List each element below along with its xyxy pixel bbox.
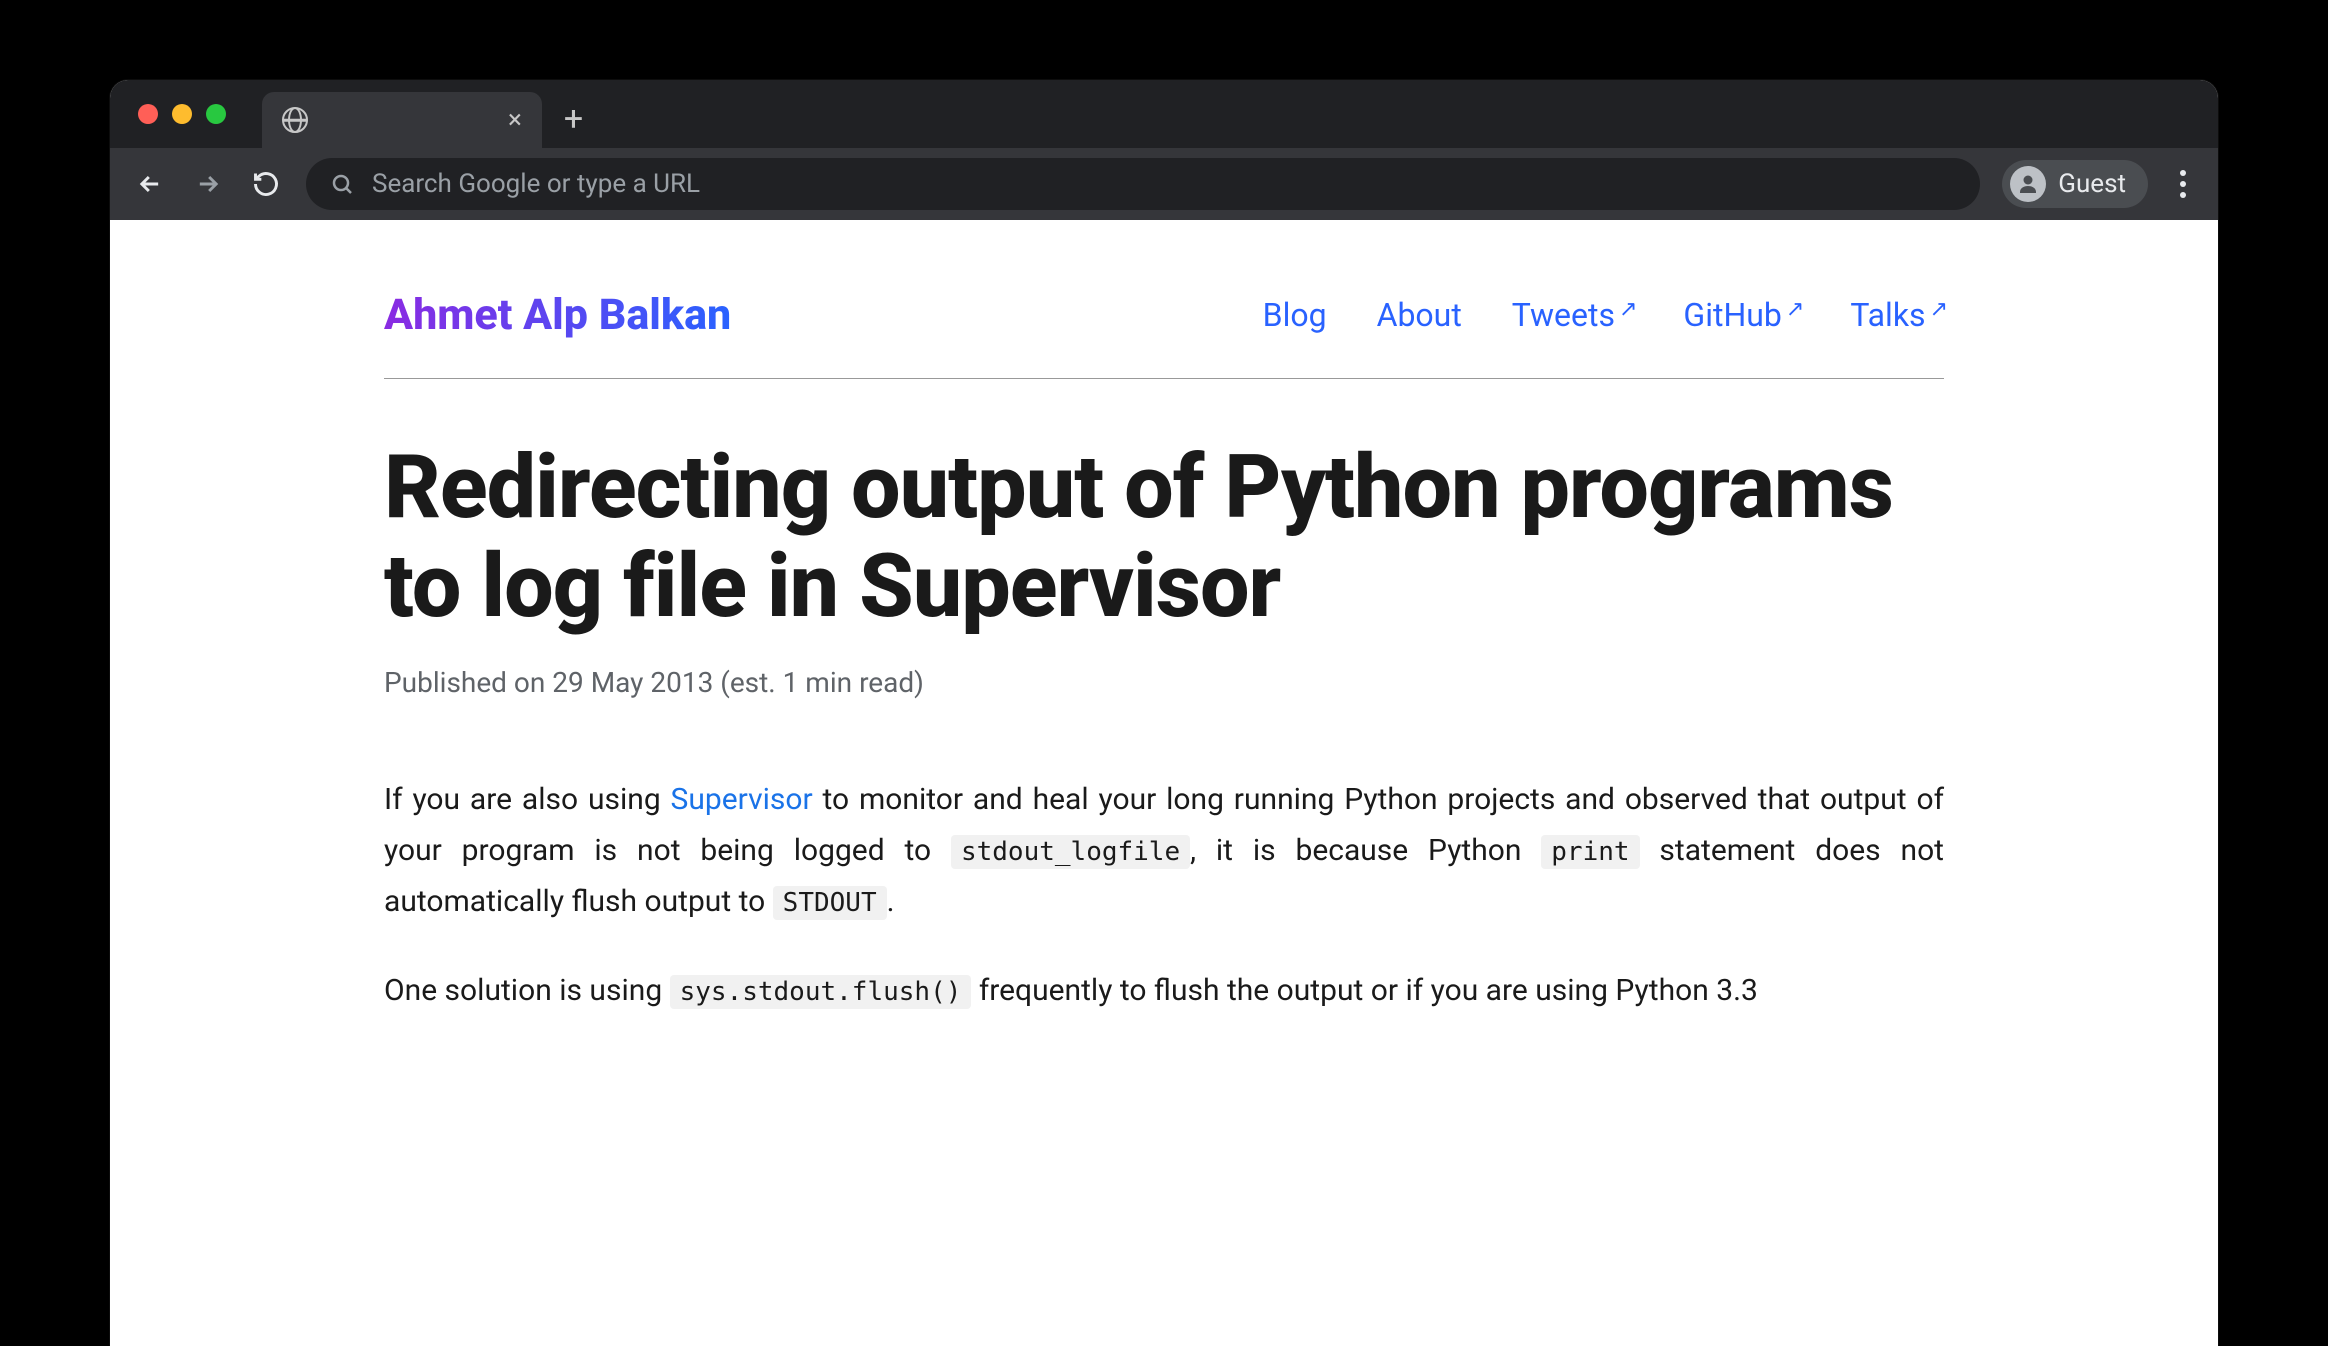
page-content: Ahmet Alp Balkan Blog About Tweets GitHu… bbox=[110, 220, 2218, 1346]
nav-link-github[interactable]: GitHub bbox=[1683, 296, 1800, 334]
site-header: Ahmet Alp Balkan Blog About Tweets GitHu… bbox=[384, 290, 1944, 379]
link-supervisor[interactable]: Supervisor bbox=[671, 782, 813, 817]
code-stdout-logfile: stdout_logfile bbox=[951, 835, 1190, 869]
article-paragraph: One solution is using sys.stdout.flush()… bbox=[384, 965, 1944, 1016]
content-container: Ahmet Alp Balkan Blog About Tweets GitHu… bbox=[364, 290, 1964, 1016]
reload-button[interactable] bbox=[248, 166, 284, 202]
nav-link-talks[interactable]: Talks bbox=[1850, 296, 1944, 334]
tab-strip: × + bbox=[110, 80, 2218, 148]
window-maximize-button[interactable] bbox=[206, 104, 226, 124]
article-meta: Published on 29 May 2013 (est. 1 min rea… bbox=[384, 666, 1944, 699]
forward-button[interactable] bbox=[190, 166, 226, 202]
article-paragraph: If you are also using Supervisor to moni… bbox=[384, 774, 1944, 927]
site-nav: Blog About Tweets GitHub Talks bbox=[1263, 296, 1944, 334]
address-bar[interactable]: Search Google or type a URL bbox=[306, 158, 1980, 210]
profile-label: Guest bbox=[2058, 169, 2126, 199]
nav-link-blog[interactable]: Blog bbox=[1263, 296, 1327, 334]
article-title: Redirecting output of Python programs to… bbox=[384, 439, 1944, 636]
omnibox-placeholder: Search Google or type a URL bbox=[372, 169, 700, 199]
site-title[interactable]: Ahmet Alp Balkan bbox=[384, 290, 731, 340]
avatar-icon bbox=[2010, 166, 2046, 202]
code-flush: sys.stdout.flush() bbox=[670, 975, 972, 1009]
article-body: If you are also using Supervisor to moni… bbox=[384, 774, 1944, 1016]
nav-link-about[interactable]: About bbox=[1377, 296, 1462, 334]
code-stdout: STDOUT bbox=[773, 886, 887, 920]
new-tab-button[interactable]: + bbox=[564, 102, 583, 136]
browser-toolbar: Search Google or type a URL Guest bbox=[110, 148, 2218, 220]
code-print: print bbox=[1541, 835, 1639, 869]
tab-close-button[interactable]: × bbox=[508, 107, 522, 133]
window-controls bbox=[138, 104, 226, 124]
window-close-button[interactable] bbox=[138, 104, 158, 124]
profile-chip[interactable]: Guest bbox=[2002, 160, 2148, 208]
browser-window: × + Search Google or type a URL G bbox=[110, 80, 2218, 1346]
globe-icon bbox=[282, 107, 308, 133]
browser-chrome: × + Search Google or type a URL G bbox=[110, 80, 2218, 220]
browser-menu-button[interactable] bbox=[2170, 170, 2196, 198]
search-icon bbox=[330, 172, 354, 196]
back-button[interactable] bbox=[132, 166, 168, 202]
window-minimize-button[interactable] bbox=[172, 104, 192, 124]
nav-link-tweets[interactable]: Tweets bbox=[1512, 296, 1634, 334]
browser-tab[interactable]: × bbox=[262, 92, 542, 148]
